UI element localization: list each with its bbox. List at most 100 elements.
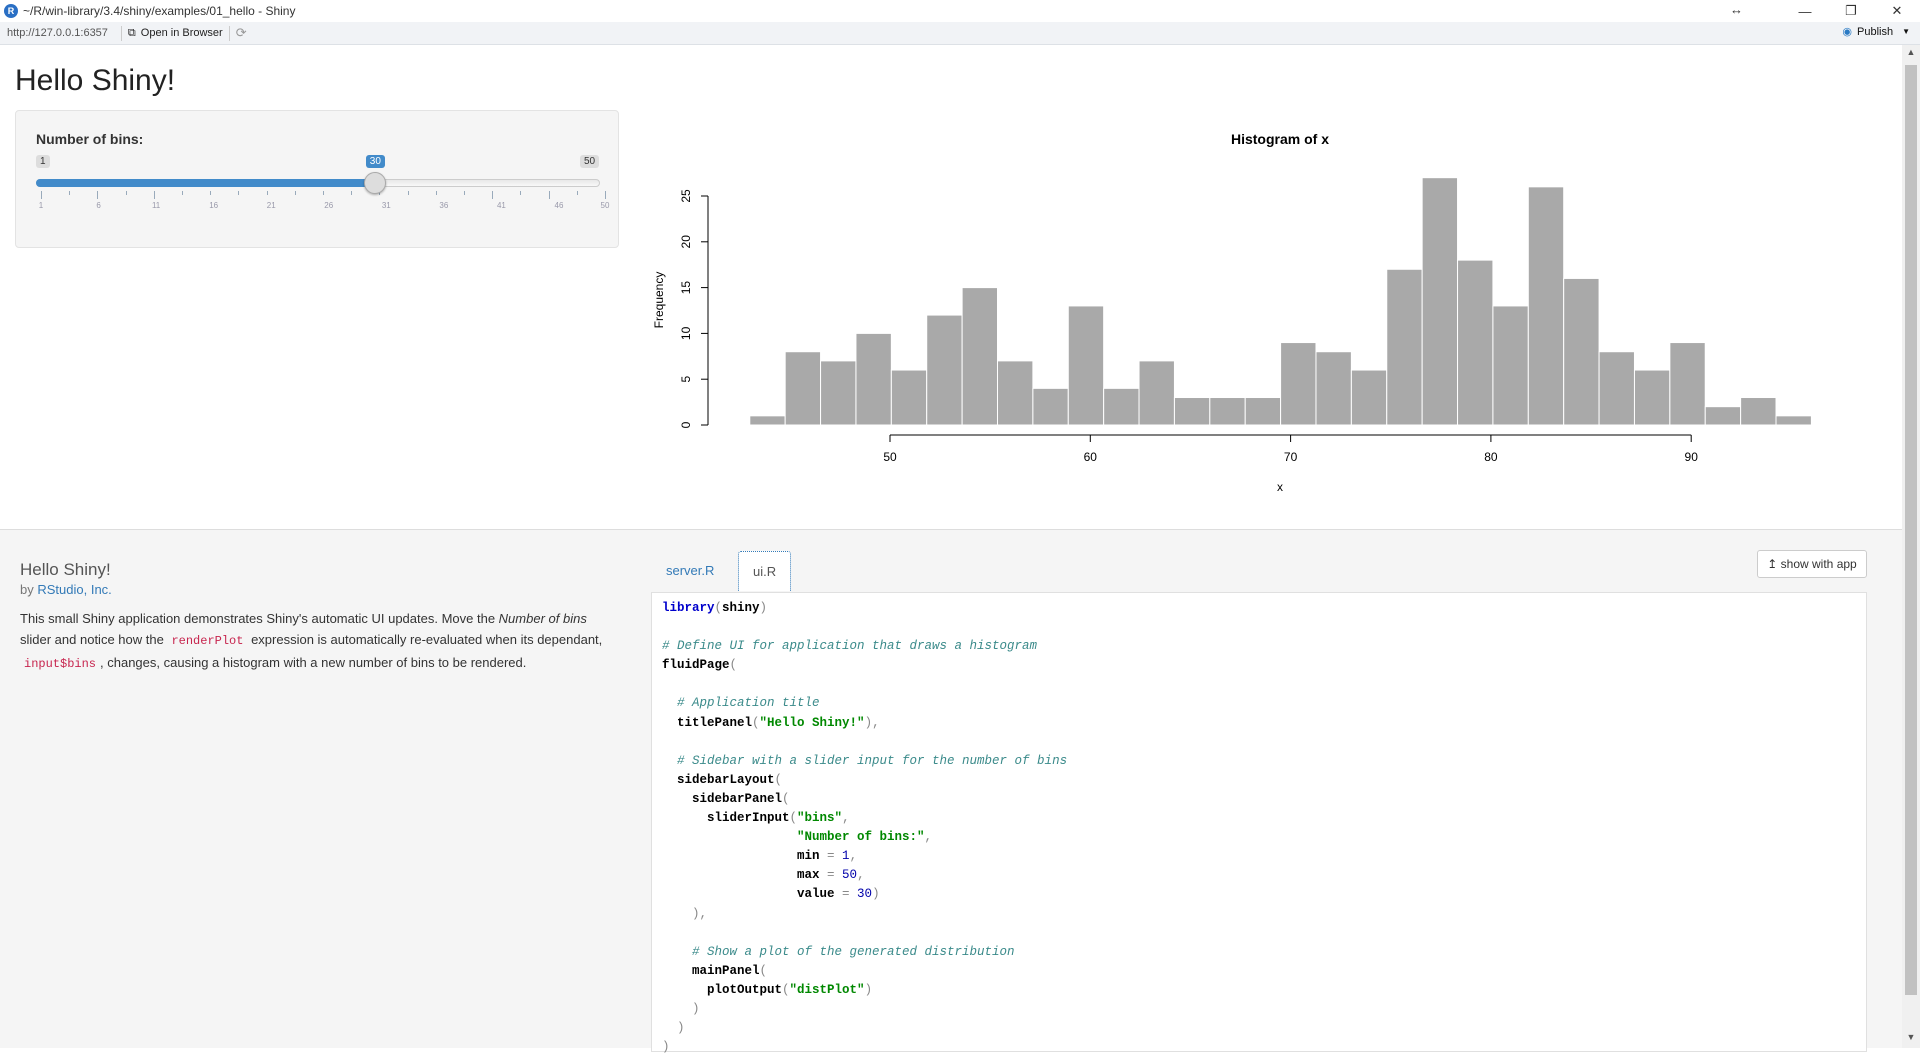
code-token: , <box>924 830 933 845</box>
code-token: fluidPage <box>662 658 730 673</box>
refresh-icon[interactable]: ⟳ <box>236 25 247 41</box>
chevron-down-icon: ▼ <box>1902 27 1910 36</box>
histogram-bar <box>890 369 928 426</box>
open-in-browser-label: Open in Browser <box>140 27 223 39</box>
slider-value-label: 30 <box>365 155 385 168</box>
code-token: 30 <box>849 887 873 902</box>
slider-tick-label: 50 <box>600 201 610 210</box>
publish-button[interactable]: ◉ Publish ▼ <box>1842 25 1910 39</box>
histogram-bar <box>1527 186 1565 426</box>
scroll-down-icon[interactable]: ▼ <box>1902 1032 1920 1048</box>
slider-tick <box>323 191 324 195</box>
code-token: 1 <box>834 849 850 864</box>
code-token: ( <box>782 791 790 806</box>
slider-tick <box>125 191 127 195</box>
desc-code: renderPlot <box>171 634 244 648</box>
show-with-app-label: show with app <box>1780 557 1857 571</box>
code-token: ) <box>759 601 768 615</box>
minimize-button[interactable]: — <box>1782 0 1828 22</box>
arrow-up-icon: ↥ <box>1767 557 1778 571</box>
sidebar-panel: Number of bins: 1 50 30 1 6 11 16 21 26 31 36 41… <box>15 110 619 248</box>
code-token: max <box>662 868 828 883</box>
y-tick-label: 5 <box>679 376 693 383</box>
y-tick-label: 15 <box>679 281 693 295</box>
code-token: "distPlot" <box>789 982 865 997</box>
histogram-bar <box>855 332 892 426</box>
scrollbar-thumb[interactable] <box>1905 65 1917 995</box>
code-token: value <box>662 887 843 902</box>
histogram-bar <box>1032 387 1069 426</box>
code-line: min = 1, <box>662 847 1856 866</box>
code-token: sidebarLayout <box>662 772 775 787</box>
slider-tick <box>153 191 155 199</box>
code-token: ) <box>662 1021 685 1036</box>
slider-tick-label: 6 <box>96 201 101 210</box>
histogram-bar <box>1740 397 1777 426</box>
slider-label: Number of bins: <box>36 131 144 147</box>
code-token: "bins" <box>797 811 843 826</box>
slider-tick <box>520 191 522 195</box>
histogram-bar <box>1209 397 1246 426</box>
slider-max-label: 50 <box>580 155 600 168</box>
viewer-toolbar: http://127.0.0.1:6357 ⧉ Open in Browser ⟳… <box>0 22 1920 45</box>
code-token: ), <box>662 906 708 921</box>
desc-text: Number of bins <box>498 611 587 626</box>
code-token: , <box>842 811 850 826</box>
author-link[interactable]: RStudio, Inc. <box>37 582 111 597</box>
code-line: # Define UI for application that draws a… <box>662 637 1856 656</box>
code-token: # Show a plot of the generated distribut… <box>662 944 1015 959</box>
tab-ui-r[interactable]: ui.R <box>738 551 792 591</box>
code-line: sidebarLayout( <box>662 771 1856 790</box>
x-tick-label: 50 <box>883 450 897 464</box>
code-token: = <box>827 868 835 883</box>
histogram-bar <box>1492 305 1529 426</box>
code-token: ), <box>864 715 880 730</box>
histogram-bar <box>1563 277 1600 426</box>
slider-tick-label: 31 <box>381 201 391 210</box>
y-tick-label: 20 <box>679 235 693 249</box>
code-token: # Application title <box>662 696 820 711</box>
code-viewer[interactable]: library(shiny) # Define UI for applicati… <box>651 592 1867 1055</box>
show-with-app-button[interactable]: ↥ show with app <box>1757 550 1867 578</box>
slider-tick <box>605 191 606 199</box>
close-button[interactable]: ✕ <box>1874 0 1920 22</box>
histogram-bar <box>1173 397 1211 426</box>
showcase-panel: Hello Shiny! by RStudio, Inc. This small… <box>0 529 1902 1054</box>
histogram-bar <box>1315 351 1352 426</box>
vertical-scrollbar[interactable]: ▲ ▼ <box>1902 45 1920 1048</box>
slider-tick <box>41 191 42 199</box>
open-in-browser-button[interactable]: ⧉ Open in Browser <box>128 27 223 40</box>
histogram-bar <box>1138 360 1175 426</box>
tab-server-r[interactable]: server.R <box>652 551 728 591</box>
slider-handle[interactable] <box>363 172 386 194</box>
code-token: ( <box>714 601 723 615</box>
scroll-up-icon[interactable]: ▲ <box>1902 47 1920 63</box>
restore-button[interactable]: ❐ <box>1828 0 1874 22</box>
x-tick-label: 90 <box>1685 450 1699 464</box>
code-token: sliderInput <box>662 811 790 826</box>
histogram-bar <box>1421 177 1459 426</box>
histogram-bar <box>1103 387 1140 426</box>
code-token: , <box>857 868 865 883</box>
code-line: # Show a plot of the generated distribut… <box>662 943 1856 962</box>
divider <box>228 25 230 41</box>
code-token: ( <box>782 982 790 997</box>
slider-tick <box>407 191 409 195</box>
resize-icon[interactable]: ↔ <box>1730 2 1743 17</box>
desc-text: , changes, causing a histogram with a ne… <box>100 655 527 670</box>
r-logo-icon: R <box>4 4 18 18</box>
code-token: library <box>662 601 715 615</box>
slider-tick <box>182 191 183 195</box>
code-token: # Define UI for application that draws a… <box>662 639 1038 654</box>
slider-tick-label: 36 <box>439 201 449 210</box>
browser-icon: ⧉ <box>127 26 136 39</box>
code-token: ) <box>662 1001 700 1016</box>
slider-tick-label: 21 <box>266 201 276 210</box>
slider-tick <box>435 191 437 195</box>
code-line: library(shiny) <box>662 599 1856 618</box>
code-token: min <box>662 849 828 864</box>
code-token: ) <box>662 1040 670 1055</box>
y-tick-label: 10 <box>679 326 693 340</box>
slider-min-label: 1 <box>36 155 50 168</box>
histogram-bar <box>926 314 963 426</box>
